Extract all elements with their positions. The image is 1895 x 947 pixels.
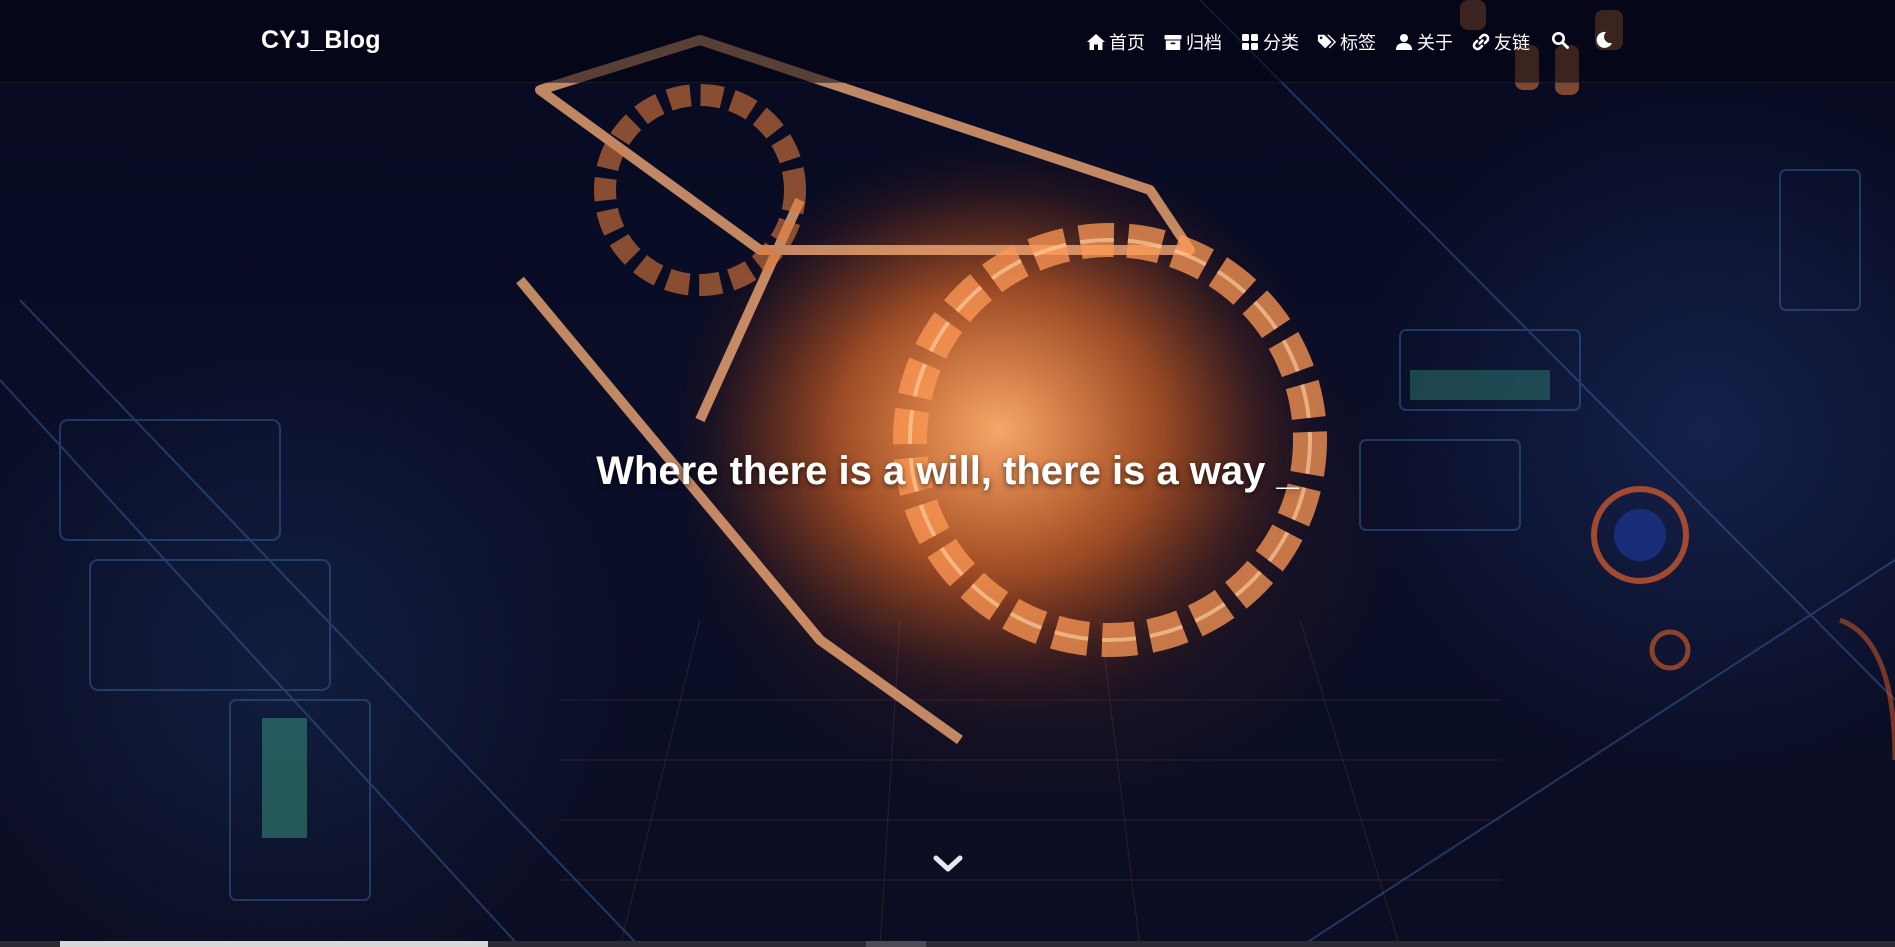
nav-item-about[interactable]: 关于 (1394, 29, 1453, 55)
nav-item-label: 标签 (1340, 33, 1376, 54)
nav-item-tags[interactable]: 标签 (1317, 29, 1376, 55)
home-icon (1086, 32, 1106, 52)
theme-toggle-button[interactable] (1592, 30, 1616, 54)
nav-item-label: 关于 (1417, 33, 1453, 54)
search-icon (1551, 31, 1569, 53)
nav-item-label: 归档 (1186, 33, 1222, 54)
nav-item-label: 首页 (1109, 33, 1145, 54)
scrollbar-thumb[interactable] (60, 941, 488, 947)
nav-item-friends[interactable]: 友链 (1471, 29, 1530, 55)
top-navbar: CYJ_Blog 首页 归档 分类 标签 关于 友链 (0, 0, 1895, 83)
tags-icon (1317, 32, 1337, 52)
archive-icon (1163, 32, 1183, 52)
category-icon (1240, 32, 1260, 52)
scrollbar-segment (866, 941, 926, 947)
site-brand[interactable]: CYJ_Blog (261, 26, 381, 55)
link-icon (1471, 32, 1491, 52)
scroll-down-button[interactable] (932, 852, 964, 876)
nav-item-label: 分类 (1263, 33, 1299, 54)
horizontal-scrollbar[interactable] (0, 941, 1895, 947)
nav-item-archive[interactable]: 归档 (1163, 29, 1222, 55)
moon-icon (1595, 31, 1613, 53)
chevron-down-icon (933, 855, 963, 872)
nav-item-home[interactable]: 首页 (1086, 29, 1145, 55)
user-icon (1394, 32, 1414, 52)
page-root: CYJ_Blog 首页 归档 分类 标签 关于 友链 Where there i… (0, 0, 1895, 947)
hero-slogan: Where there is a will, there is a way _ (596, 449, 1299, 493)
main-nav: 首页 归档 分类 标签 关于 友链 (1086, 28, 1636, 56)
nav-item-label: 友链 (1494, 33, 1530, 54)
nav-item-categories[interactable]: 分类 (1240, 29, 1299, 55)
search-button[interactable] (1548, 30, 1572, 54)
